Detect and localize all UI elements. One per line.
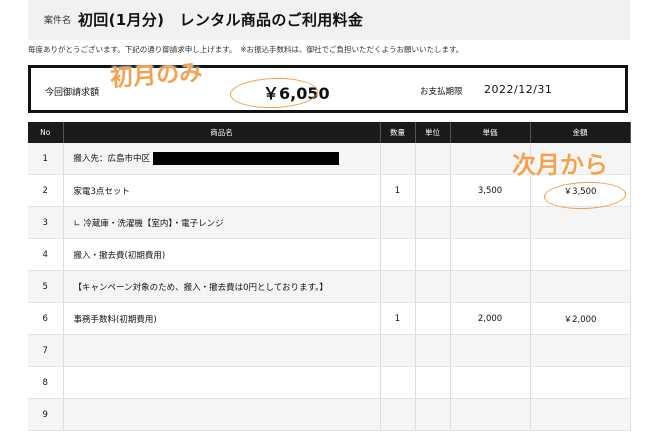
table-row: 4 搬入・撤去費(初期費用) — [28, 238, 631, 271]
table-row: 7 — [28, 334, 631, 367]
item-unit-price — [450, 334, 531, 367]
item-quantity — [380, 206, 416, 239]
item-unit-price-text: 3,500 — [477, 185, 503, 196]
item-unit — [415, 302, 451, 335]
item-unit-price-text: 2,000 — [477, 313, 503, 324]
annotation-first-month-only: 初月のみ — [109, 59, 204, 93]
row-number-text: 8 — [42, 377, 48, 388]
item-quantity-text: 1 — [394, 313, 401, 324]
item-unit — [415, 366, 451, 399]
item-unit — [415, 398, 451, 431]
item-quantity: 1 — [380, 302, 416, 335]
table-row: 6 事務手数料(初期費用) 1 2,000 ￥2,000 — [28, 302, 631, 335]
item-unit — [415, 174, 451, 207]
item-name — [63, 366, 381, 399]
item-unit-price — [450, 206, 531, 239]
row-number: 3 — [28, 206, 64, 239]
item-unit-price — [450, 238, 531, 271]
column-header-price: 単価 — [450, 122, 531, 143]
row-number-text: 1 — [42, 153, 48, 164]
item-name-text: ∟ 冷蔵庫・洗濯機【室内】・電子レンジ — [73, 218, 224, 229]
row-number: 8 — [28, 366, 64, 399]
item-name-text: 搬入先：広島市中区 — [73, 154, 151, 164]
item-unit-price — [450, 270, 531, 303]
item-amount: ￥2,000 — [530, 302, 631, 335]
item-unit-price — [450, 398, 531, 431]
item-quantity — [380, 270, 416, 303]
row-number-text: 3 — [42, 217, 48, 228]
item-unit — [415, 334, 451, 367]
table-header-row: No 商品名 数量 単位 単価 金額 — [28, 122, 631, 143]
item-amount — [530, 366, 631, 399]
annotation-from-next-month: 次月から — [512, 151, 608, 179]
item-amount — [530, 334, 631, 367]
column-header-no: No — [28, 122, 64, 143]
item-name — [63, 398, 381, 431]
row-number-text: 9 — [42, 409, 48, 420]
column-header-unit: 単位 — [415, 122, 451, 143]
item-name-text: 【キャンペーン対象のため、搬入・撤去費は0円としております。】 — [73, 282, 328, 293]
item-amount — [530, 206, 631, 239]
item-amount-text: ￥2,000 — [563, 314, 597, 325]
table-row: 8 — [28, 366, 631, 399]
row-number: 1 — [28, 143, 64, 175]
row-number: 9 — [28, 398, 64, 431]
row-number-text: 2 — [42, 185, 48, 196]
item-unit — [415, 143, 451, 175]
column-header-amount: 金額 — [530, 122, 631, 143]
item-name: 【キャンペーン対象のため、搬入・撤去費は0円としております。】 — [63, 270, 381, 303]
due-date-label: お支払期限 — [420, 87, 463, 97]
item-quantity — [380, 238, 416, 271]
item-quantity: 1 — [380, 174, 416, 207]
column-header-name: 商品名 — [63, 122, 381, 143]
table-row: 5 【キャンペーン対象のため、搬入・撤去費は0円としております。】 — [28, 270, 631, 303]
table-row: 3 ∟ 冷蔵庫・洗濯機【室内】・電子レンジ — [28, 206, 631, 239]
item-quantity — [380, 366, 416, 399]
redacted-address-block — [153, 152, 340, 165]
row-number-text: 7 — [42, 345, 48, 356]
column-header-qty: 数量 — [380, 122, 416, 143]
row-number: 2 — [28, 174, 64, 207]
invoice-note: 毎度ありがとうございます。下記の通り御請求申し上げます。 ※お振込手数料は、御社… — [28, 45, 464, 54]
due-date: 2022/12/31 — [484, 83, 553, 96]
table-row: 9 — [28, 398, 631, 431]
item-amount — [530, 238, 631, 271]
item-unit-price — [450, 366, 531, 399]
item-amount — [530, 398, 631, 431]
item-unit-price: 2,000 — [450, 302, 531, 335]
billing-amount-label: 今回御請求額 — [45, 88, 100, 98]
row-number-text: 5 — [42, 281, 48, 292]
item-quantity — [380, 143, 416, 175]
item-quantity — [380, 398, 416, 431]
case-name-label: 案件名 — [44, 16, 72, 26]
item-name-text: 家電3点セット — [73, 186, 130, 197]
item-name: 家電3点セット — [63, 174, 381, 207]
item-amount — [530, 270, 631, 303]
item-quantity-text: 1 — [394, 185, 401, 196]
page-title: 初回(1月分) レンタル商品のご利用料金 — [78, 11, 364, 29]
item-name-text: 搬入・撤去費(初期費用) — [73, 250, 166, 261]
row-number-text: 4 — [42, 249, 48, 260]
row-number-text: 6 — [42, 313, 48, 324]
item-unit — [415, 270, 451, 303]
item-unit — [415, 206, 451, 239]
row-number: 5 — [28, 270, 64, 303]
item-name-text: 事務手数料(初期費用) — [73, 314, 157, 325]
item-quantity — [380, 334, 416, 367]
item-name — [63, 334, 381, 367]
item-unit — [415, 238, 451, 271]
item-name: 搬入・撤去費(初期費用) — [63, 238, 381, 271]
item-name: ∟ 冷蔵庫・洗濯機【室内】・電子レンジ — [63, 206, 381, 239]
row-number: 4 — [28, 238, 64, 271]
item-name: 搬入先：広島市中区 — [63, 143, 381, 175]
item-name: 事務手数料(初期費用) — [63, 302, 381, 335]
row-number: 7 — [28, 334, 64, 367]
row-number: 6 — [28, 302, 64, 335]
